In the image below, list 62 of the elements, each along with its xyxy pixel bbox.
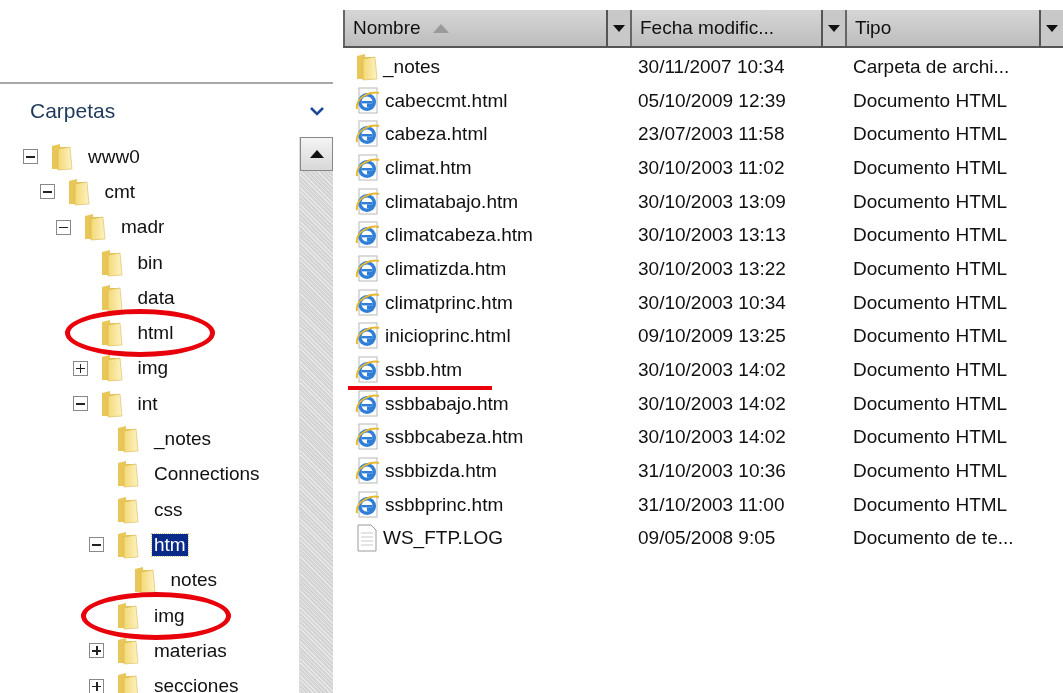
folder-tree-item[interactable]: int [135,392,160,415]
file-name[interactable]: ssbbabajo.htm [385,392,509,415]
file-name[interactable]: climatizda.htm [385,257,507,280]
folder-tree-item[interactable]: materias [152,639,229,662]
file-name[interactable]: ssbbprinc.htm [385,493,504,516]
date-cell-text: 23/07/2003 11:58 [637,123,786,146]
folder-tree-item[interactable]: data [135,286,177,309]
date-cell-text: 30/10/2003 13:13 [637,224,787,247]
file-name[interactable]: cabeccmt.html [385,89,508,112]
type-cell-text: Documento HTML [852,89,1009,112]
type-cell-text: Documento de te... [852,527,1015,550]
file-name[interactable]: _notes [383,55,441,78]
date-cell-text: 30/10/2003 11:02 [637,156,786,179]
file-name[interactable]: ssbbizda.htm [385,460,497,483]
folder-tree-item[interactable]: htm [152,533,188,556]
type-cell-text: Documento HTML [852,325,1009,348]
type-cell-text: Documento HTML [852,257,1009,280]
type-cell-text: Documento HTML [852,156,1009,179]
type-cell-text: Documento HTML [852,190,1009,213]
folder-tree-item[interactable]: madr [119,216,167,239]
date-cell-text: 30/10/2003 14:02 [637,392,787,415]
file-name[interactable]: ssbbcabeza.htm [385,426,524,449]
date-cell-text: 30/10/2003 10:34 [637,291,787,314]
file-name[interactable]: WS_FTP.LOG [383,527,503,550]
file-name[interactable]: climatabajo.htm [385,190,519,213]
type-cell-text: Documento HTML [852,359,1009,382]
folder-tree-item[interactable]: img [135,357,171,380]
type-cell-text: Documento HTML [852,493,1009,516]
file-name[interactable]: ssbb.htm [385,359,463,382]
date-cell-text: 30/10/2003 13:09 [637,190,787,213]
date-cell-text: 30/10/2003 14:02 [637,426,787,449]
type-cell-text: Documento HTML [852,123,1009,146]
folder-tree-item[interactable]: css [152,498,185,521]
pane-title: Carpetas [30,98,116,123]
type-cell-text: Documento HTML [852,460,1009,483]
folder-tree-item[interactable]: html [135,322,176,345]
folder-tree-item[interactable]: notes [168,569,219,592]
folder-tree-item[interactable]: bin [135,251,165,274]
file-name[interactable]: climatprinc.htm [385,291,513,314]
folder-tree-item[interactable]: img [152,604,187,627]
date-cell-text: 31/10/2003 10:36 [637,460,787,483]
file-name[interactable]: climat.htm [385,156,472,179]
folder-tree-item[interactable]: cmt [102,180,138,203]
type-cell-text: Documento HTML [852,224,1009,247]
date-cell-text: 30/10/2003 14:02 [637,359,787,382]
folder-tree-item[interactable]: _notes [152,428,214,450]
type-cell-text: Documento HTML [852,392,1009,415]
date-cell-text: 31/10/2003 11:00 [637,493,786,516]
date-cell-text: 09/10/2009 13:25 [637,325,787,348]
file-name[interactable]: inicioprinc.html [385,325,511,348]
type-cell-text: Carpeta de archi... [852,55,1011,78]
type-cell-text: Documento HTML [852,291,1009,314]
file-name[interactable]: climatcabeza.htm [385,224,533,247]
type-cell-text: Documento HTML [852,426,1009,449]
date-cell-text: 05/10/2009 12:39 [637,89,787,112]
folder-tree-item[interactable]: secciones [152,675,241,693]
date-cell-text: 09/05/2008 9:05 [637,527,777,550]
date-cell-text: 30/10/2003 13:22 [637,257,787,280]
date-cell-text: 30/11/2007 10:34 [637,55,786,78]
file-name[interactable]: cabeza.html [385,123,488,146]
folder-tree-item[interactable]: Connections [152,463,262,486]
folder-tree-item[interactable]: www0 [86,145,142,168]
